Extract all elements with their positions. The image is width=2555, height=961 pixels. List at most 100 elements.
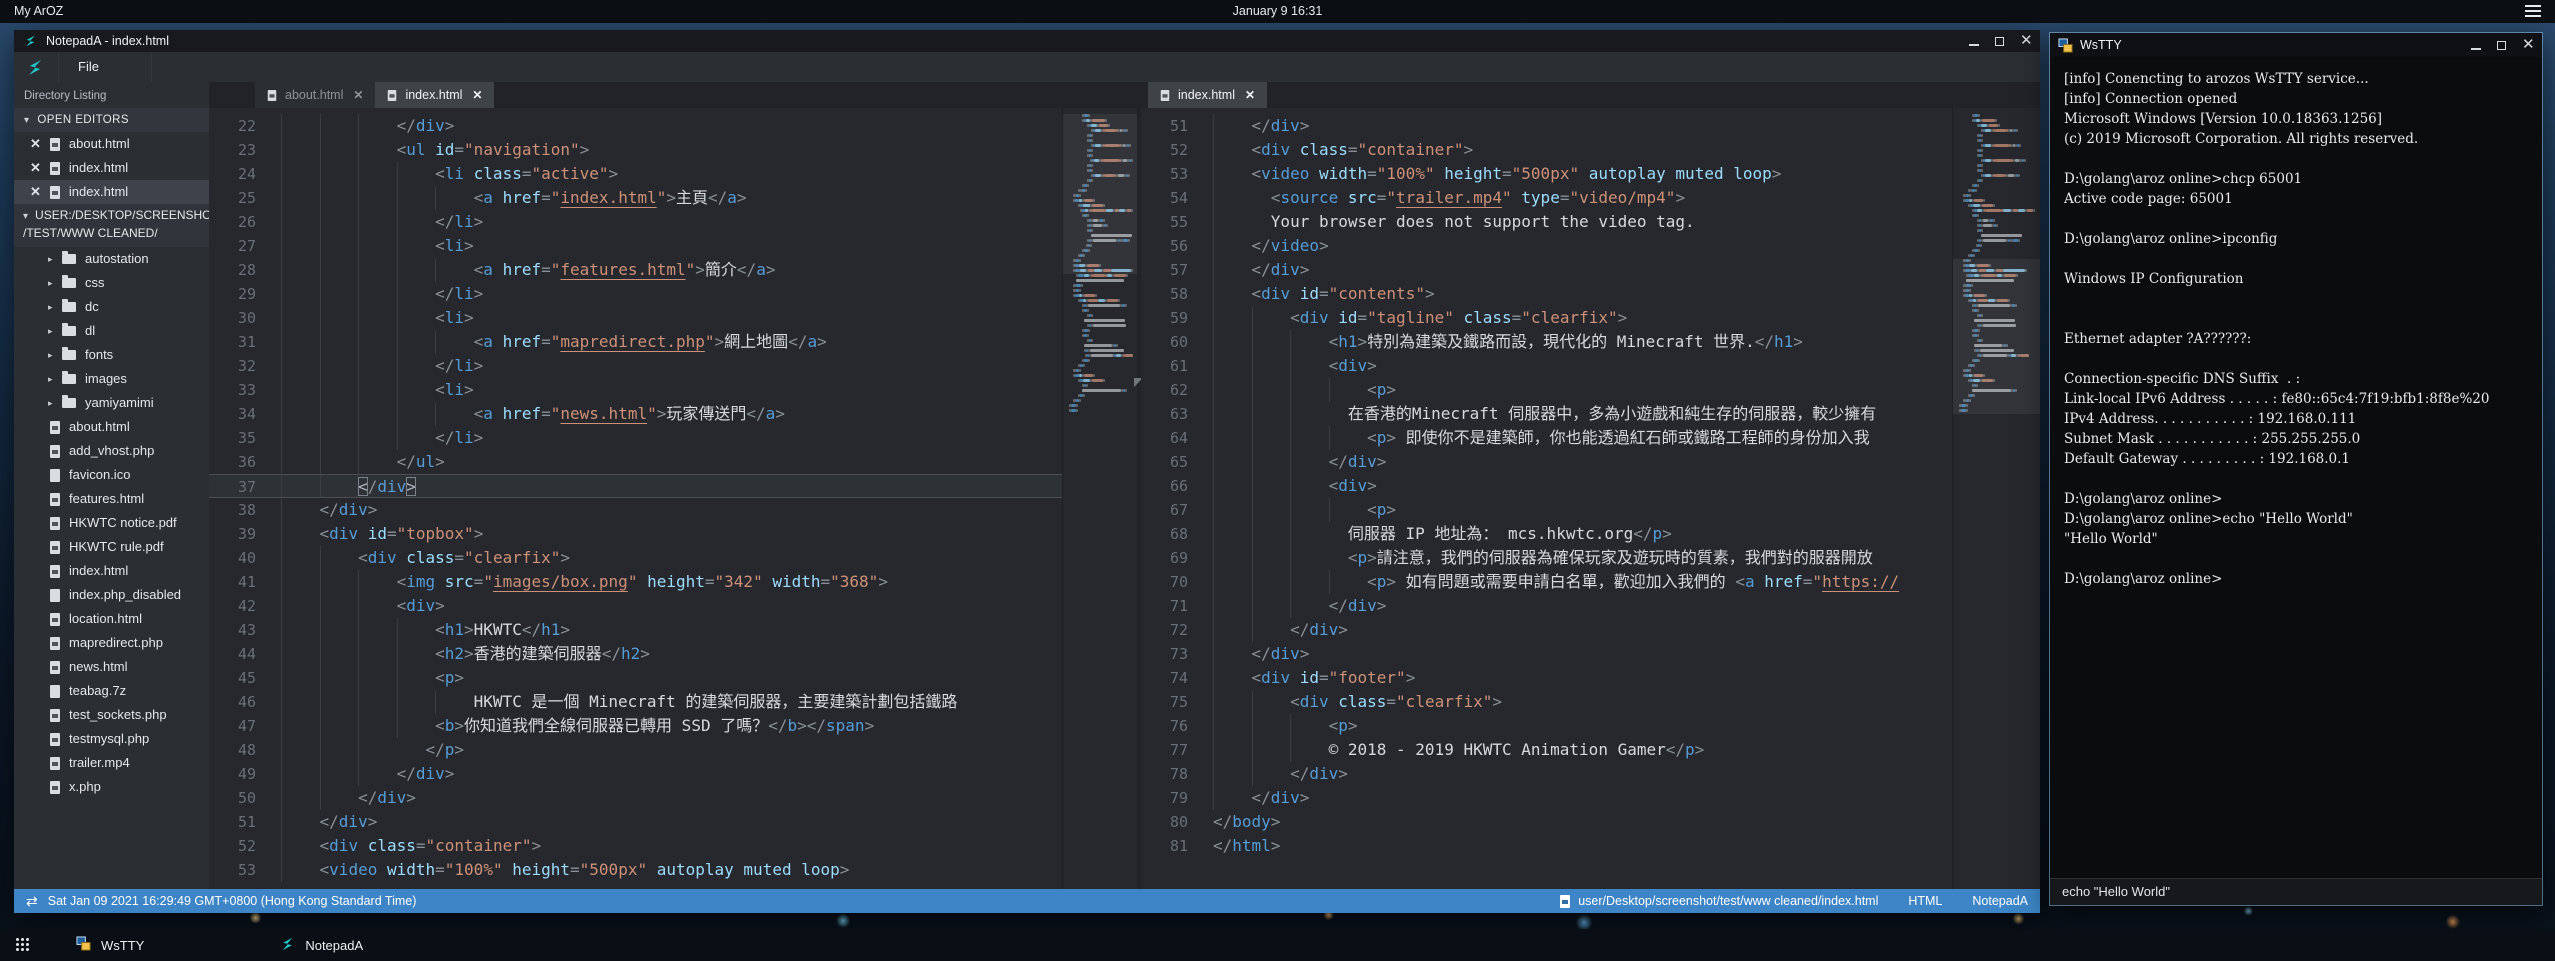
open-editor-item[interactable]: ✕index.html bbox=[14, 180, 209, 204]
indent-guide bbox=[320, 618, 359, 642]
tree-folder-images[interactable]: ▸images bbox=[14, 367, 209, 391]
workspace-header[interactable]: ▾USER:/DESKTOP/SCREENSHOT /TEST/WWW CLEA… bbox=[14, 204, 209, 247]
terminal-line bbox=[2064, 549, 2530, 569]
indent-guide bbox=[358, 234, 397, 258]
tree-file-favicon.ico[interactable]: favicon.ico bbox=[14, 463, 209, 487]
close-tab-icon[interactable]: ✕ bbox=[472, 88, 482, 102]
open-editors-header[interactable]: ▾OPEN EDITORS bbox=[14, 108, 209, 132]
apps-launcher-icon[interactable] bbox=[16, 938, 30, 952]
minimap-line bbox=[1959, 119, 2036, 122]
tab-about.html[interactable]: about.html✕ bbox=[255, 82, 375, 108]
notepada-logo-icon bbox=[280, 936, 295, 955]
minimize-button[interactable] bbox=[2471, 40, 2481, 50]
tree-file-test_sockets.php[interactable]: test_sockets.php bbox=[14, 703, 209, 727]
maximize-button[interactable] bbox=[1995, 37, 2004, 46]
menu-item-file[interactable]: File bbox=[58, 52, 152, 82]
indent-guide bbox=[281, 162, 320, 186]
code-line: 46HKWTC 是一個 Minecraft 的建築伺服器，主要建築計劃包括鐵路 bbox=[209, 690, 1137, 714]
tree-file-mapredirect.php[interactable]: mapredirect.php bbox=[14, 631, 209, 655]
hamburger-menu-icon[interactable] bbox=[2525, 5, 2541, 18]
tree-file-features.html[interactable]: features.html bbox=[14, 487, 209, 511]
close-icon[interactable]: ✕ bbox=[30, 180, 41, 204]
file-icon bbox=[1161, 89, 1170, 100]
indent-guide bbox=[358, 594, 397, 618]
sidebar: Directory Listing ▾OPEN EDITORS ✕about.h… bbox=[14, 82, 209, 889]
tree-file-testmysql.php[interactable]: testmysql.php bbox=[14, 727, 209, 751]
tree-file-news.html[interactable]: news.html bbox=[14, 655, 209, 679]
minimap-left[interactable] bbox=[1062, 108, 1137, 889]
indent-guide bbox=[1213, 642, 1252, 666]
indent-guide bbox=[1213, 570, 1252, 594]
tree-folder-fonts[interactable]: ▸fonts bbox=[14, 343, 209, 367]
tab-index.html[interactable]: index.html✕ bbox=[375, 82, 494, 108]
taskbar-item-notepada[interactable]: NotepadA bbox=[262, 929, 381, 961]
tree-file-location.html[interactable]: location.html bbox=[14, 607, 209, 631]
indent-guide bbox=[281, 522, 320, 546]
notepada-titlebar[interactable]: NotepadA - index.html ✕ bbox=[14, 30, 2040, 52]
sidebar-heading: Directory Listing bbox=[14, 82, 209, 108]
wstty-titlebar[interactable]: WsTTY ✕ bbox=[2050, 33, 2542, 57]
close-tab-icon[interactable]: ✕ bbox=[1245, 88, 1255, 102]
terminal-line: [info] Connection opened bbox=[2064, 89, 2530, 109]
tree-file-HKWTC_notice.pdf[interactable]: HKWTC notice.pdf bbox=[14, 511, 209, 535]
open-editor-item[interactable]: ✕about.html bbox=[14, 132, 209, 156]
tree-file-HKWTC_rule.pdf[interactable]: HKWTC rule.pdf bbox=[14, 535, 209, 559]
tree-folder-dc[interactable]: ▸dc bbox=[14, 295, 209, 319]
file-icon bbox=[50, 709, 60, 722]
tree-file-index.php_disabled[interactable]: index.php_disabled bbox=[14, 583, 209, 607]
indent-guide bbox=[281, 642, 320, 666]
tree-file-teabag.7z[interactable]: teabag.7z bbox=[14, 679, 209, 703]
code-line: 51</div> bbox=[209, 810, 1137, 834]
line-number: 33 bbox=[209, 378, 281, 402]
terminal-line bbox=[2064, 349, 2530, 369]
close-icon[interactable]: ✕ bbox=[30, 156, 41, 180]
tab-index.html[interactable]: index.html✕ bbox=[1148, 82, 1267, 108]
tree-folder-dl[interactable]: ▸dl bbox=[14, 319, 209, 343]
minimap-line bbox=[1959, 214, 2036, 217]
status-language[interactable]: HTML bbox=[1908, 894, 1942, 908]
minimap-line bbox=[1959, 249, 2036, 252]
indent-guide bbox=[1252, 618, 1291, 642]
minimap-viewport[interactable] bbox=[1953, 259, 2040, 414]
indent-guide bbox=[397, 258, 436, 282]
tree-file-add_vhost.php[interactable]: add_vhost.php bbox=[14, 439, 209, 463]
close-button[interactable]: ✕ bbox=[2020, 31, 2032, 51]
indent-guide bbox=[397, 186, 436, 210]
terminal-input[interactable]: echo "Hello World" bbox=[2050, 878, 2542, 905]
minimap-right[interactable] bbox=[1952, 108, 2040, 889]
tree-file-about.html[interactable]: about.html bbox=[14, 415, 209, 439]
tree-file-x.php[interactable]: x.php bbox=[14, 775, 209, 799]
terminal-line bbox=[2064, 209, 2530, 229]
terminal-line: Connection-specific DNS Suffix . : bbox=[2064, 369, 2530, 389]
indent-guide bbox=[1290, 714, 1329, 738]
indent-guide bbox=[1213, 762, 1252, 786]
tree-file-trailer.mp4[interactable]: trailer.mp4 bbox=[14, 751, 209, 775]
terminal-line: Ethernet adapter ?A??????: bbox=[2064, 329, 2530, 349]
minimize-button[interactable] bbox=[1969, 36, 1979, 46]
code-area-left[interactable]: 22</div>23<ul id="navigation">24<li clas… bbox=[209, 108, 1137, 889]
indent-guide bbox=[1252, 570, 1291, 594]
close-icon[interactable]: ✕ bbox=[30, 132, 41, 156]
folder-label: fonts bbox=[85, 343, 113, 367]
indent-guide bbox=[1290, 330, 1329, 354]
close-button[interactable]: ✕ bbox=[2522, 35, 2534, 55]
line-number: 73 bbox=[1141, 642, 1213, 666]
file-icon bbox=[50, 565, 60, 578]
minimap-viewport[interactable] bbox=[1063, 114, 1137, 274]
line-number: 60 bbox=[1141, 330, 1213, 354]
taskbar-item-wstty[interactable]: WsTTY bbox=[58, 929, 162, 961]
indent-guide bbox=[397, 426, 436, 450]
tree-file-index.html[interactable]: index.html bbox=[14, 559, 209, 583]
close-tab-icon[interactable]: ✕ bbox=[353, 88, 363, 102]
tree-folder-yamiyamimi[interactable]: ▸yamiyamimi bbox=[14, 391, 209, 415]
terminal-line bbox=[2064, 469, 2530, 489]
terminal-output[interactable]: [info] Conencting to arozos WsTTY servic… bbox=[2050, 57, 2542, 878]
maximize-button[interactable] bbox=[2497, 41, 2506, 50]
code-line: 70<p> 如有問題或需要申請白名單，歡迎加入我們的 <a href="http… bbox=[1141, 570, 2040, 594]
tree-folder-autostation[interactable]: ▸autostation bbox=[14, 247, 209, 271]
open-editor-item[interactable]: ✕index.html bbox=[14, 156, 209, 180]
tree-folder-css[interactable]: ▸css bbox=[14, 271, 209, 295]
code-area-right[interactable]: 51</div>52<div class="container">53<vide… bbox=[1141, 108, 2040, 889]
terminal-line: (c) 2019 Microsoft Corporation. All righ… bbox=[2064, 129, 2530, 149]
code-line: 48 </p> bbox=[209, 738, 1137, 762]
